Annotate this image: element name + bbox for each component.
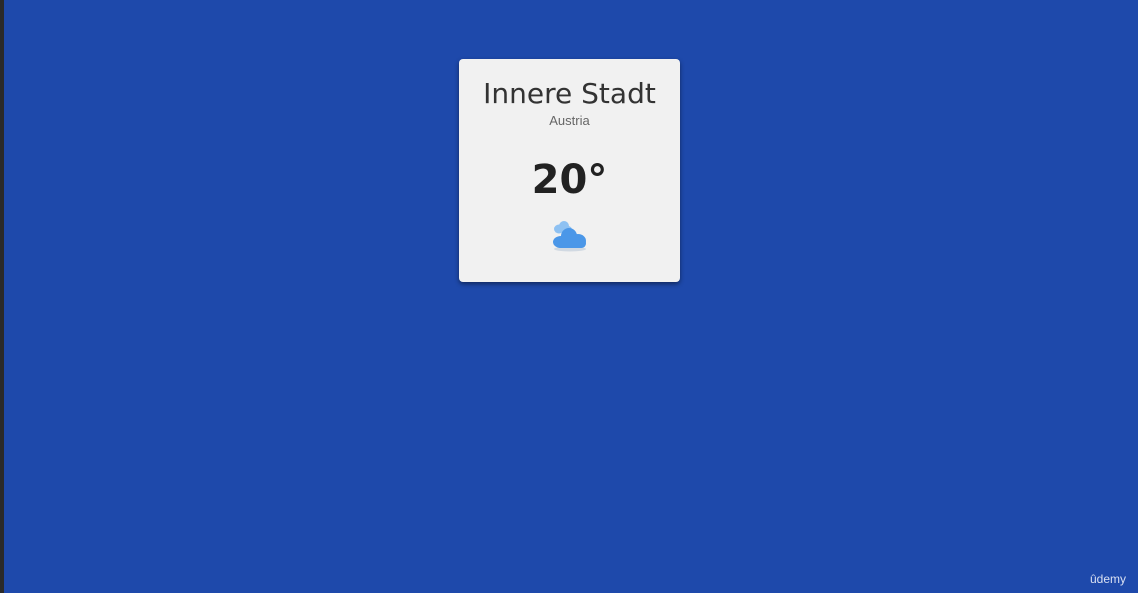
- city-name: Innere Stadt: [483, 77, 656, 110]
- app-background: Innere Stadt Austria 20° ûdemy: [4, 0, 1138, 593]
- temperature: 20°: [531, 157, 608, 203]
- udemy-watermark: ûdemy: [1089, 572, 1126, 586]
- weather-card: Innere Stadt Austria 20°: [459, 59, 680, 282]
- partly-cloudy-icon: [551, 219, 589, 253]
- country-name: Austria: [549, 113, 590, 128]
